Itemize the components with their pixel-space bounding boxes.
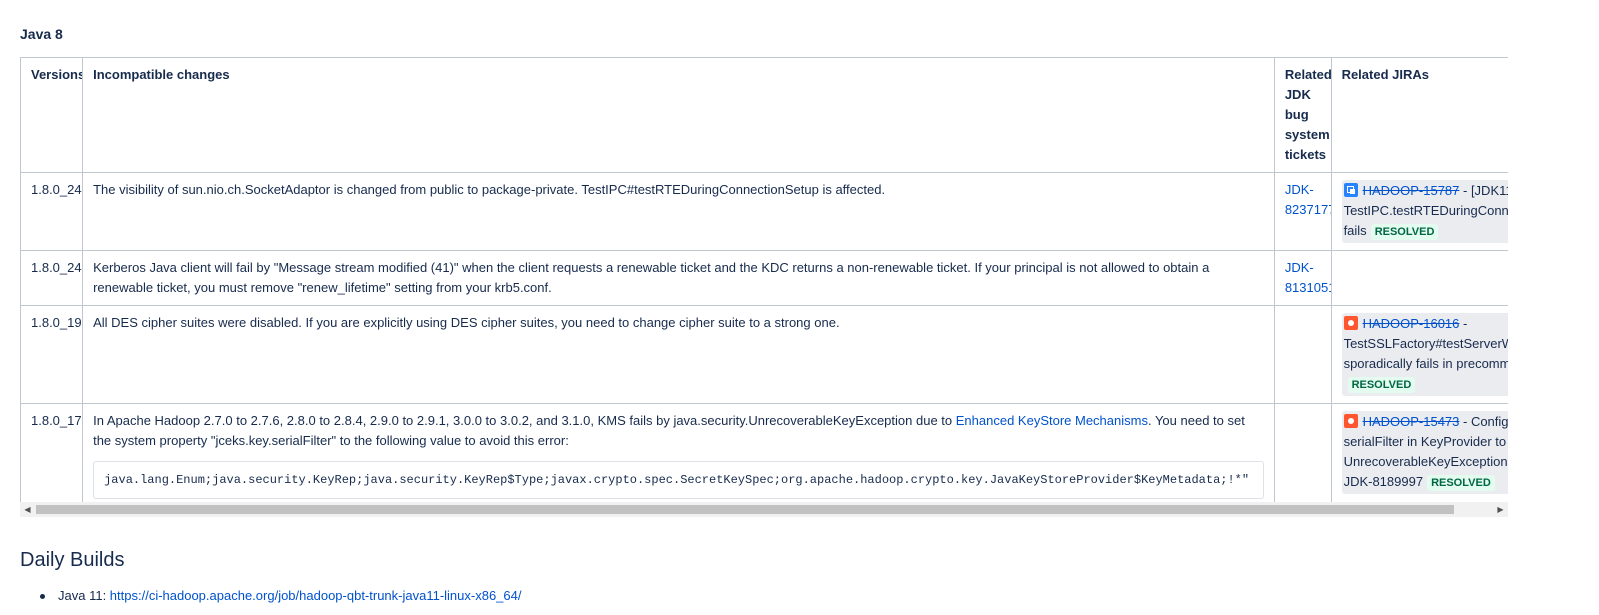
jira-issue-macro[interactable]: HADOOP-16016 - TestSSLFactory#testServer…	[1341, 313, 1508, 396]
build-link[interactable]: https://ci-hadoop.apache.org/job/hadoop-…	[110, 588, 522, 603]
version-cell: 1.8.0_191	[20, 305, 84, 404]
subtask-icon	[1343, 183, 1358, 197]
change-text: In Apache Hadoop 2.7.0 to 2.7.6, 2.8.0 t…	[93, 413, 956, 428]
status-badge: RESOLVED	[1370, 224, 1439, 240]
jira-issue-macro[interactable]: HADOOP-15787 - [JDK11] TestIPC.testRTEDu…	[1341, 180, 1508, 243]
enhanced-keystore-link[interactable]: Enhanced KeyStore Mechanisms	[956, 413, 1148, 428]
scrollbar-thumb[interactable]	[36, 505, 1454, 514]
jdk-ticket-link[interactable]: JDK-8131051	[1285, 260, 1330, 295]
daily-builds-heading: Daily Builds	[20, 549, 125, 571]
status-badge: RESOLVED	[1427, 475, 1495, 491]
header-incompatible-changes: Incompatible changes	[82, 57, 1275, 173]
jira-key-link[interactable]: HADOOP-15787	[1363, 183, 1460, 198]
bug-icon	[1343, 414, 1358, 428]
version-cell: 1.8.0_242	[20, 172, 84, 251]
change-cell: In Apache Hadoop 2.7.0 to 2.7.6, 2.8.0 t…	[82, 403, 1275, 502]
header-related-jiras: Related JIRAs	[1330, 57, 1508, 173]
section-title: Java 8	[20, 26, 63, 42]
bug-icon	[1343, 316, 1358, 330]
daily-builds-list: Java 11: https://ci-hadoop.apache.org/jo…	[40, 586, 522, 606]
jdk-cell: JDK-8237177	[1273, 172, 1332, 251]
code-block: java.lang.Enum;java.security.KeyRep;java…	[93, 461, 1264, 499]
scroll-right-icon[interactable]: ▶	[1493, 502, 1508, 517]
jira-key-link[interactable]: HADOOP-16016	[1363, 316, 1460, 331]
jira-cell: HADOOP-15473 - Configure serialFilter in…	[1330, 403, 1508, 502]
table-row: 1.8.0_191 All DES cipher suites were dis…	[20, 305, 1508, 404]
horizontal-scrollbar[interactable]: ◀ ▶	[20, 502, 1508, 517]
jdk-cell	[1273, 305, 1332, 404]
jdk-ticket-link[interactable]: JDK-8237177	[1285, 182, 1330, 217]
table-header-row: Versions Incompatible changes Related JD…	[20, 57, 1508, 173]
table-row: 1.8.0_242 Kerberos Java client will fail…	[20, 250, 1508, 306]
version-cell: 1.8.0_171	[20, 403, 84, 502]
jdk-cell: JDK-8131051	[1273, 250, 1332, 306]
jdk-cell	[1273, 403, 1332, 502]
jira-key-link[interactable]: HADOOP-15473	[1363, 414, 1460, 429]
compatibility-table: Versions Incompatible changes Related JD…	[20, 57, 1508, 502]
build-label: Java 11:	[58, 588, 110, 603]
status-badge: RESOLVED	[1347, 377, 1416, 393]
change-cell: All DES cipher suites were disabled. If …	[82, 305, 1275, 404]
jira-issue-macro[interactable]: HADOOP-15473 - Configure serialFilter in…	[1341, 411, 1508, 494]
table-row: 1.8.0_242 The visibility of sun.nio.ch.S…	[20, 172, 1508, 251]
compatibility-table-container[interactable]: Versions Incompatible changes Related JD…	[20, 57, 1508, 502]
list-item: Java 11: https://ci-hadoop.apache.org/jo…	[40, 586, 522, 606]
change-cell: Kerberos Java client will fail by "Messa…	[82, 250, 1275, 306]
change-cell: The visibility of sun.nio.ch.SocketAdapt…	[82, 172, 1275, 251]
jira-cell: HADOOP-16016 - TestSSLFactory#testServer…	[1330, 305, 1508, 404]
scroll-left-icon[interactable]: ◀	[20, 502, 35, 517]
table-row: 1.8.0_171 In Apache Hadoop 2.7.0 to 2.7.…	[20, 403, 1508, 502]
header-related-jdk-tickets: Related JDK bug system tickets	[1273, 57, 1332, 173]
header-versions: Versions	[20, 57, 84, 173]
jira-cell: HADOOP-15787 - [JDK11] TestIPC.testRTEDu…	[1330, 172, 1508, 251]
jira-cell	[1330, 250, 1508, 306]
version-cell: 1.8.0_242	[20, 250, 84, 306]
